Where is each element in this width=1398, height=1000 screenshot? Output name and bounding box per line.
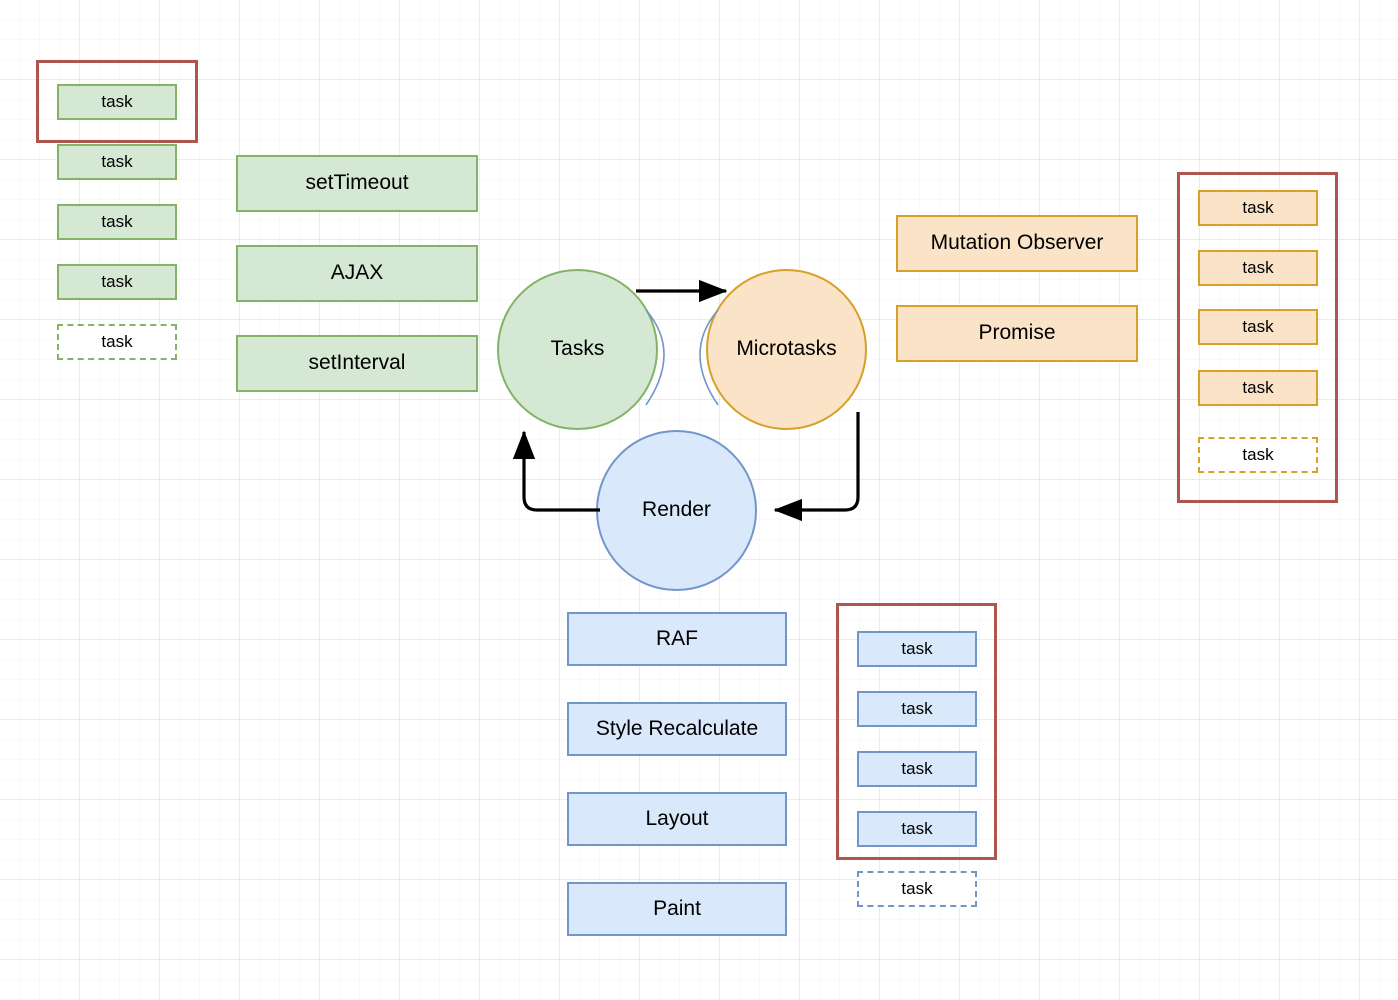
task-label: task bbox=[901, 819, 933, 839]
task-source-label: setTimeout bbox=[305, 171, 409, 195]
tasks-queue-item[interactable]: task bbox=[57, 204, 177, 240]
microtasks-queue-item[interactable]: task bbox=[1198, 370, 1318, 406]
render-step-paint[interactable]: Paint bbox=[567, 882, 787, 936]
microtasks-queue-item-pending[interactable]: task bbox=[1198, 437, 1318, 473]
render-step-style-recalculate[interactable]: Style Recalculate bbox=[567, 702, 787, 756]
microtasks-circle-label: Microtasks bbox=[736, 337, 837, 361]
diagram-canvas: task task task task task setTimeout AJAX… bbox=[0, 0, 1398, 1000]
task-label: task bbox=[1242, 198, 1274, 218]
render-step-label: Style Recalculate bbox=[595, 716, 759, 740]
microtask-source-promise[interactable]: Promise bbox=[896, 305, 1138, 362]
tasks-circle-label: Tasks bbox=[550, 337, 605, 361]
render-step-label: RAF bbox=[656, 626, 698, 650]
task-label: task bbox=[901, 639, 933, 659]
microtask-source-mutation-observer[interactable]: Mutation Observer bbox=[896, 215, 1138, 272]
render-step-label: Layout bbox=[645, 806, 709, 830]
task-label: task bbox=[1242, 258, 1274, 278]
tasks-circle[interactable]: Tasks bbox=[497, 269, 658, 430]
microtasks-circle[interactable]: Microtasks bbox=[706, 269, 867, 430]
tasks-queue-item[interactable]: task bbox=[57, 84, 177, 120]
render-queue-item[interactable]: task bbox=[857, 811, 977, 847]
task-label: task bbox=[1242, 378, 1274, 398]
microtasks-queue-item[interactable]: task bbox=[1198, 309, 1318, 345]
render-step-layout[interactable]: Layout bbox=[567, 792, 787, 846]
microtask-source-label: Mutation Observer bbox=[930, 231, 1104, 255]
task-label: task bbox=[101, 92, 133, 112]
task-label: task bbox=[101, 332, 133, 352]
task-label: task bbox=[1242, 317, 1274, 337]
task-label: task bbox=[901, 699, 933, 719]
task-source-ajax[interactable]: AJAX bbox=[236, 245, 478, 302]
render-queue-item[interactable]: task bbox=[857, 751, 977, 787]
microtasks-queue-item[interactable]: task bbox=[1198, 250, 1318, 286]
task-source-label: AJAX bbox=[330, 261, 384, 285]
tasks-queue-item[interactable]: task bbox=[57, 264, 177, 300]
task-source-set-interval[interactable]: setInterval bbox=[236, 335, 478, 392]
arrow-render-to-tasks bbox=[512, 430, 600, 512]
render-circle-label: Render bbox=[642, 498, 711, 522]
render-circle[interactable]: Render bbox=[596, 430, 757, 591]
render-step-label: Paint bbox=[653, 896, 701, 920]
render-step-raf[interactable]: RAF bbox=[567, 612, 787, 666]
task-label: task bbox=[901, 759, 933, 779]
render-queue-item-pending[interactable]: task bbox=[857, 871, 977, 907]
microtasks-queue-item[interactable]: task bbox=[1198, 190, 1318, 226]
task-label: task bbox=[101, 272, 133, 292]
task-label: task bbox=[101, 152, 133, 172]
render-queue-item[interactable]: task bbox=[857, 691, 977, 727]
task-source-label: setInterval bbox=[308, 351, 406, 375]
render-queue-item[interactable]: task bbox=[857, 631, 977, 667]
tasks-queue-item-pending[interactable]: task bbox=[57, 324, 177, 360]
task-source-set-timeout[interactable]: setTimeout bbox=[236, 155, 478, 212]
task-label: task bbox=[1242, 445, 1274, 465]
tasks-queue-item[interactable]: task bbox=[57, 144, 177, 180]
task-label: task bbox=[901, 879, 933, 899]
microtask-source-label: Promise bbox=[978, 321, 1056, 345]
task-label: task bbox=[101, 212, 133, 232]
